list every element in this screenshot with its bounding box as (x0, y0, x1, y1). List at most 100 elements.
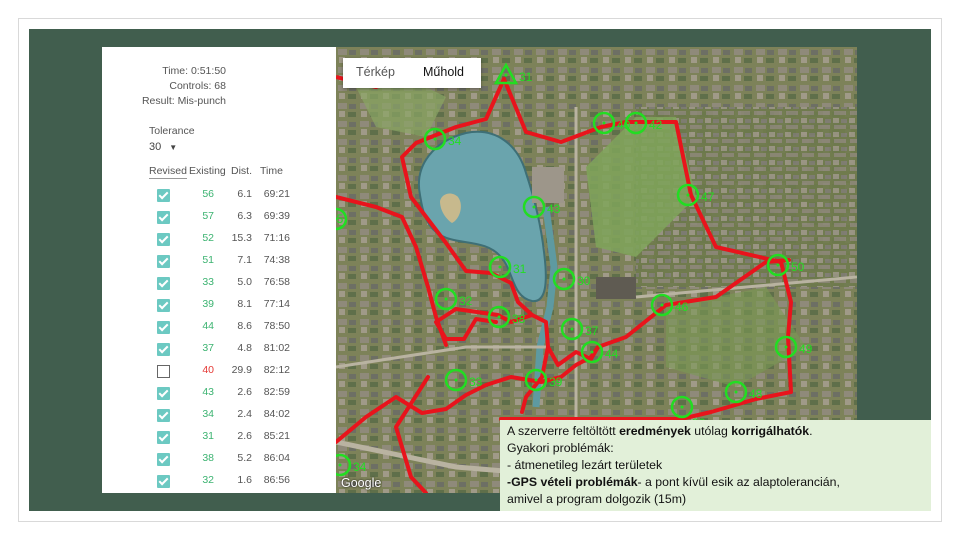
time-cell: 78:50 (263, 320, 290, 332)
control-label: 49 (799, 342, 813, 356)
revised-checkbox[interactable] (157, 211, 170, 224)
revised-checkbox[interactable] (157, 343, 170, 356)
revised-checkbox[interactable] (157, 189, 170, 202)
control-center-dot (570, 327, 574, 331)
control-label: 42 (649, 118, 663, 132)
table-row: 44 8.6 78:50 (102, 319, 337, 341)
table-row: 56 6.1 69:21 (102, 187, 337, 209)
control-label: 38 (512, 312, 526, 326)
time-cell: 82:12 (263, 364, 290, 376)
existing-cell: 57 (202, 210, 214, 222)
revised-checkbox[interactable] (157, 387, 170, 400)
control-label: 48 (749, 387, 763, 401)
note-text: - a pont kívül esik az alaptolerancián, (637, 475, 840, 489)
existing-cell: 31 (202, 430, 214, 442)
revised-checkbox[interactable] (157, 299, 170, 312)
table-row: 39 8.1 77:14 (102, 297, 337, 319)
tolerance-label: Tolerance (149, 125, 195, 137)
existing-cell: 34 (202, 408, 214, 420)
dist-cell: 8.1 (237, 298, 252, 310)
dist-cell: 2.4 (237, 408, 252, 420)
header-time[interactable]: Time (260, 165, 283, 177)
control-center-dot (498, 265, 502, 269)
revised-checkbox[interactable] (157, 431, 170, 444)
revised-checkbox[interactable] (157, 255, 170, 268)
control-center-dot (433, 137, 437, 141)
dist-cell: 5.2 (237, 452, 252, 464)
dist-cell: 7.1 (237, 254, 252, 266)
table-row: 43 2.6 82:59 (102, 385, 337, 407)
existing-cell: 37 (202, 342, 214, 354)
note-bold-correctable: korrigálhatók (731, 424, 810, 438)
header-existing[interactable]: Existing (189, 165, 226, 177)
control-center-dot (562, 277, 566, 281)
revised-checkbox[interactable] (157, 453, 170, 466)
control-label: 37 (585, 324, 599, 338)
time-cell: 81:02 (263, 342, 290, 354)
header-dist[interactable]: Dist. (231, 165, 252, 177)
table-row: 52 15.3 71:16 (102, 231, 337, 253)
existing-cell: 39 (202, 298, 214, 310)
control-label: 47 (701, 190, 715, 204)
dist-cell: 4.8 (237, 342, 252, 354)
tab-satellite[interactable]: Műhold (423, 65, 464, 79)
note-line-3: - átmenetileg lezárt területek (507, 458, 663, 472)
time-cell: 69:39 (263, 210, 290, 222)
control-label: 34 (448, 134, 462, 148)
header-revised[interactable]: Revised (149, 165, 187, 179)
map-type-tabs: Térkép Műhold (343, 58, 481, 88)
note-line-1: A szerverre feltöltött eredmények utólag… (507, 423, 924, 440)
time-cell: 82:59 (263, 386, 290, 398)
existing-cell: 43 (202, 386, 214, 398)
revised-checkbox[interactable] (157, 321, 170, 334)
control-label: 46 (675, 300, 689, 314)
control-center-dot (590, 350, 594, 354)
time-cell: 71:16 (263, 232, 290, 244)
revised-checkbox[interactable] (157, 475, 170, 488)
dist-cell: 6.1 (237, 188, 252, 200)
google-logo: Google (341, 476, 382, 490)
tolerance-select[interactable]: 30 ▼ (149, 141, 177, 153)
time-cell: 74:38 (263, 254, 290, 266)
note-box: A szerverre feltöltött eredmények utólag… (500, 420, 931, 511)
existing-cell: 38 (202, 452, 214, 464)
note-text: A szerverre feltöltött (507, 424, 620, 438)
control-label: 30 (577, 274, 591, 288)
table-row: 38 5.2 86:04 (102, 451, 337, 473)
control-label: 31 (519, 70, 533, 84)
control-center-dot (776, 263, 780, 267)
revised-checkbox[interactable] (157, 409, 170, 422)
note-line-2: Gyakori problémák: (507, 441, 614, 455)
note-line-5: amivel a program dolgozik (15m) (507, 492, 687, 506)
control-label: 32 (459, 294, 473, 308)
results-panel: Time: 0:51:50 Controls: 68 Result: Mis-p… (102, 47, 337, 493)
control-label: 35 (336, 212, 344, 226)
existing-cell: 56 (202, 188, 214, 200)
control-center-dot (686, 193, 690, 197)
note-bold-results: eredmények (619, 424, 691, 438)
control-label: 34 (353, 460, 367, 474)
dist-cell: 2.6 (237, 430, 252, 442)
tab-map[interactable]: Térkép (356, 65, 395, 79)
revised-checkbox[interactable] (157, 233, 170, 246)
control-label: 39 (549, 375, 563, 389)
revised-checkbox[interactable] (157, 277, 170, 290)
table-row: 40 29.9 82:12 (102, 363, 337, 385)
revised-checkbox[interactable] (157, 365, 170, 378)
table-row: 33 5.0 76:58 (102, 275, 337, 297)
note-line-4: -GPS vételi problémák- a pont kívül esik… (507, 474, 924, 491)
note-text: utólag (690, 424, 732, 438)
table-row: 32 1.6 86:56 (102, 473, 337, 493)
note-text: . (809, 424, 813, 438)
control-center-dot (338, 463, 342, 467)
control-center-dot (444, 297, 448, 301)
dist-cell: 8.6 (237, 320, 252, 332)
time-cell: 86:56 (263, 474, 290, 486)
dist-cell: 2.6 (237, 386, 252, 398)
time-cell: 76:58 (263, 276, 290, 288)
result-text: Result: Mis-punch (141, 95, 226, 107)
control-center-dot (784, 345, 788, 349)
existing-cell: 52 (202, 232, 214, 244)
table-row: 37 4.8 81:02 (102, 341, 337, 363)
table-row: 57 6.3 69:39 (102, 209, 337, 231)
